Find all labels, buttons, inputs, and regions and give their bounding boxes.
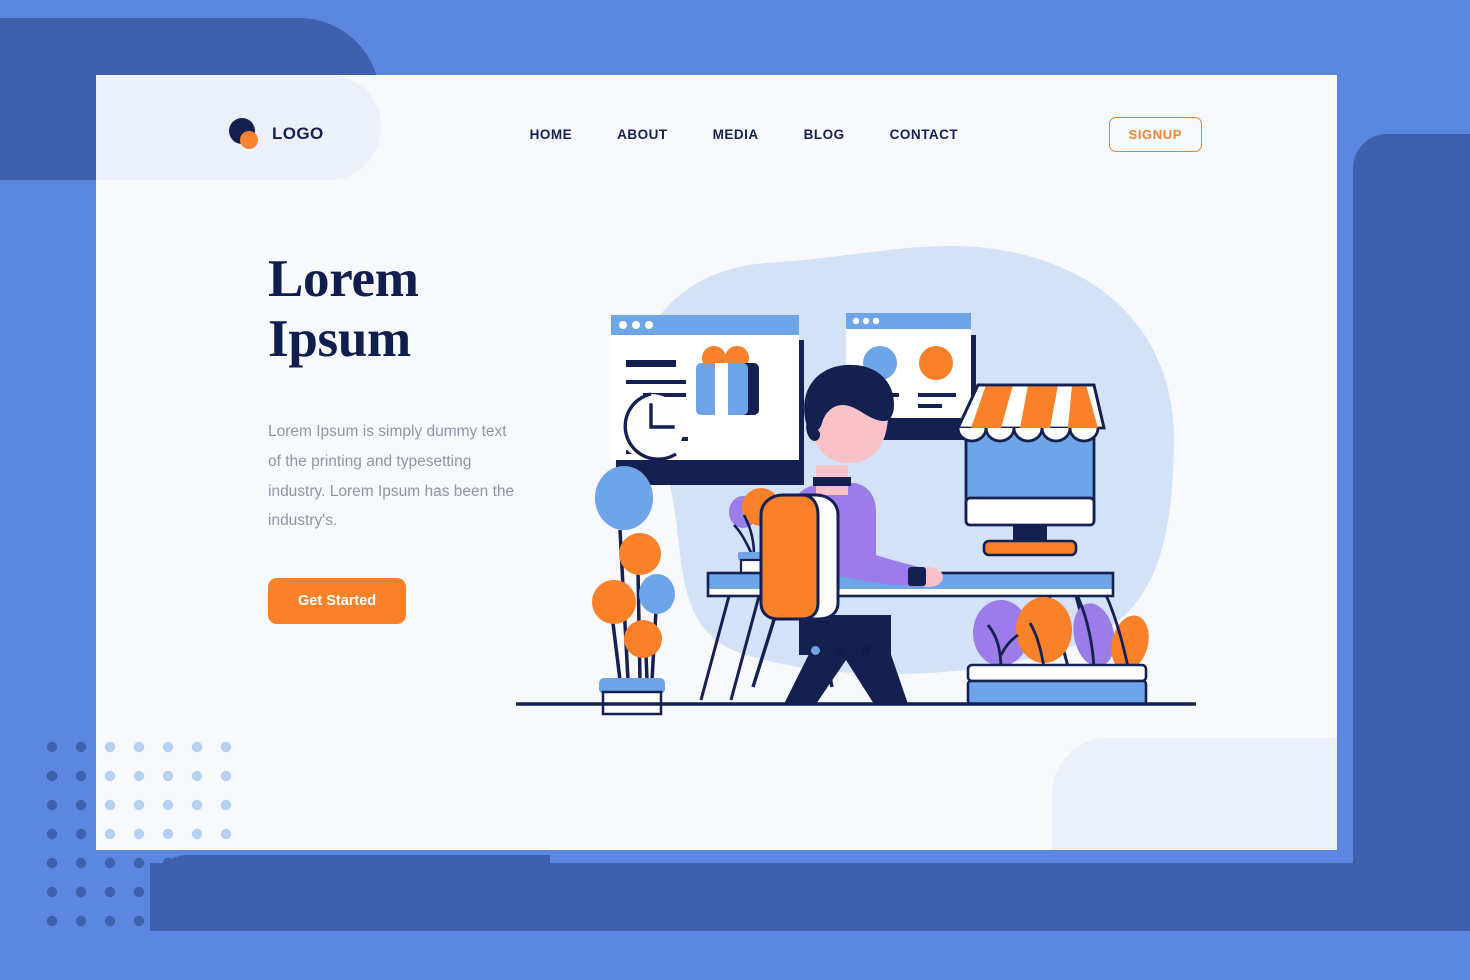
grid-dot [191, 886, 203, 898]
grid-dot [133, 915, 145, 927]
grid-dot [220, 857, 232, 869]
logo-text: LOGO [272, 124, 324, 143]
grid-dot [162, 799, 174, 811]
background-shape-right [1353, 134, 1470, 863]
hero-paragraph: Lorem Ipsum is simply dummy text of the … [268, 422, 515, 530]
nav-item-about[interactable]: ABOUT [617, 127, 668, 142]
grid-dot [191, 741, 203, 753]
carousel-dot-3[interactable] [861, 646, 870, 655]
hero-section: Lorem Ipsum Lorem Ipsum is simply dummy … [268, 250, 578, 625]
grid-dot [133, 828, 145, 840]
grid-dot [220, 915, 232, 927]
grid-dot [162, 770, 174, 782]
grid-dot [104, 857, 116, 869]
grid-dot [220, 828, 232, 840]
grid-dot [191, 799, 203, 811]
grid-dot [133, 857, 145, 869]
grid-dot [46, 741, 58, 753]
grid-dot [75, 741, 87, 753]
grid-dot [46, 915, 58, 927]
grid-dot [220, 741, 232, 753]
landing-page-card: LOGO HOME ABOUT MEDIA BLOG CONTACT SIGNU… [96, 75, 1337, 850]
grid-dot [162, 857, 174, 869]
nav-item-blog[interactable]: BLOG [804, 127, 845, 142]
grid-dot [162, 915, 174, 927]
grid-dot [104, 886, 116, 898]
top-navigation-bar: LOGO HOME ABOUT MEDIA BLOG CONTACT SIGNU… [96, 75, 1337, 193]
grid-dot [191, 857, 203, 869]
footer-accent-shape [1052, 738, 1337, 850]
grid-dot [220, 799, 232, 811]
carousel-dot-1[interactable] [811, 646, 820, 655]
grid-dot [46, 828, 58, 840]
grid-dot [133, 886, 145, 898]
grid-dot [133, 770, 145, 782]
grid-dot [46, 857, 58, 869]
circle-orange-icon [240, 131, 258, 149]
logo-icon [229, 118, 261, 150]
grid-dot [75, 857, 87, 869]
signup-button[interactable]: SIGNUP [1108, 116, 1202, 152]
page-title-line-1: Lorem [268, 250, 419, 308]
get-started-button[interactable]: Get Started [268, 578, 407, 625]
grid-dot [46, 799, 58, 811]
grid-dot [75, 799, 87, 811]
page-title-line-2: Ipsum [268, 309, 411, 368]
grid-dot [46, 886, 58, 898]
grid-dot [162, 886, 174, 898]
grid-dot [75, 886, 87, 898]
background-shape-bottom [150, 863, 1470, 931]
nav-item-contact[interactable]: CONTACT [890, 127, 959, 142]
grid-dot [220, 886, 232, 898]
grid-dot [133, 741, 145, 753]
grid-dot [191, 828, 203, 840]
stats-circle-orange [919, 346, 953, 380]
grid-dot [220, 770, 232, 782]
page-title: Lorem Ipsum [268, 250, 578, 370]
grid-dot [75, 828, 87, 840]
grid-dot [104, 828, 116, 840]
grid-dot [162, 741, 174, 753]
nav-item-media[interactable]: MEDIA [713, 127, 759, 142]
carousel-dot-2[interactable] [836, 646, 845, 655]
logo[interactable]: LOGO [229, 118, 324, 150]
grid-dot [104, 915, 116, 927]
grid-dot [75, 770, 87, 782]
nav-item-home[interactable]: HOME [530, 127, 573, 142]
main-menu: HOME ABOUT MEDIA BLOG CONTACT [530, 127, 959, 142]
grid-dot [104, 770, 116, 782]
grid-dot [133, 799, 145, 811]
tall-plant-circles [592, 466, 675, 716]
grid-dot [104, 741, 116, 753]
carousel-pagination [811, 646, 870, 655]
grid-dot [191, 915, 203, 927]
grid-dot [46, 770, 58, 782]
grid-dot [191, 770, 203, 782]
grid-dot [75, 915, 87, 927]
grid-dot [162, 828, 174, 840]
wall-clock-icon [618, 392, 684, 461]
hero-illustration [516, 215, 1216, 735]
grid-dot [104, 799, 116, 811]
decorative-dot-grid [40, 735, 250, 945]
